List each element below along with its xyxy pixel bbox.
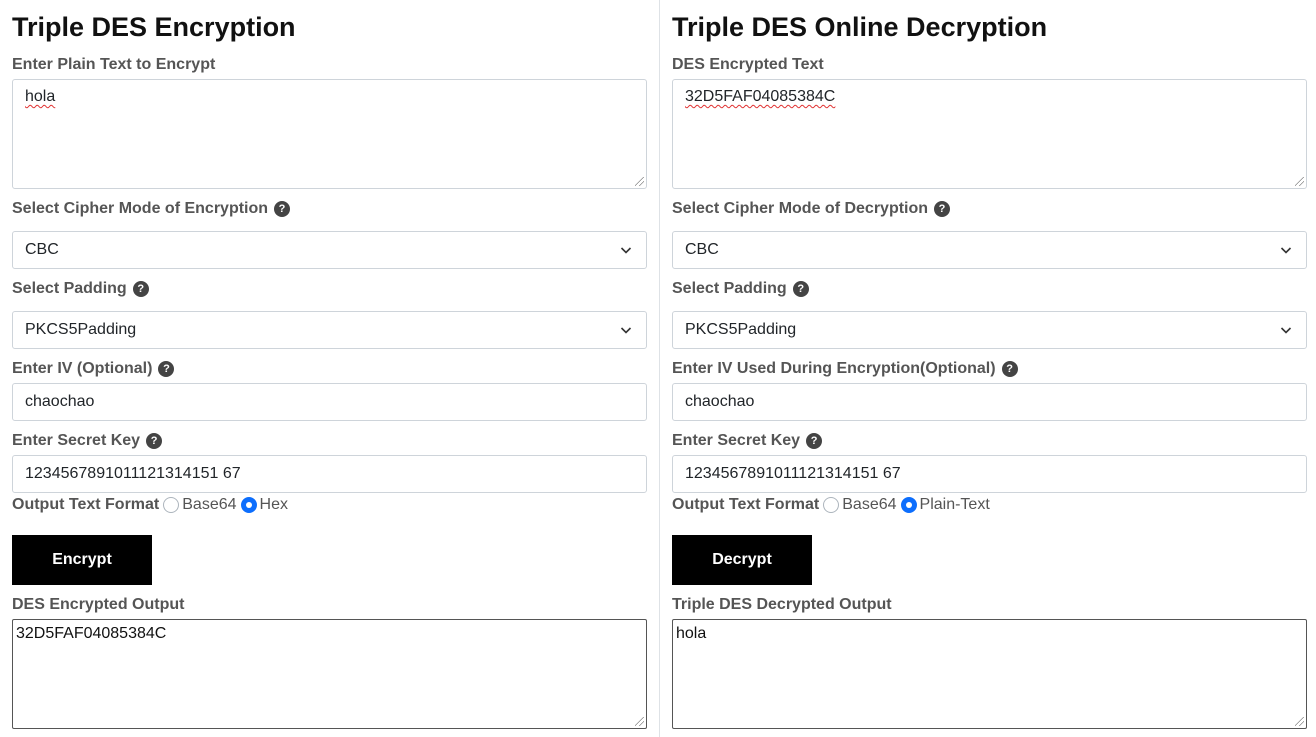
decrypt-cipher-mode-select[interactable]: CBC — [672, 231, 1307, 269]
cipher-mode-selected: CBC — [25, 241, 59, 258]
question-circle-icon[interactable]: ? — [1001, 361, 1018, 377]
resize-handle-icon[interactable] — [1295, 177, 1304, 186]
decrypt-button[interactable]: Decrypt — [672, 535, 812, 585]
decrypt-iv-value: chaochao — [685, 393, 755, 410]
resize-handle-icon[interactable] — [635, 717, 644, 726]
resize-handle-icon[interactable] — [1295, 717, 1304, 726]
encrypt-button[interactable]: Encrypt — [12, 535, 152, 585]
decrypt-iv-label-text: Enter IV Used During Encryption(Optional… — [672, 360, 996, 377]
plain-text-label: Enter Plain Text to Encrypt — [12, 55, 215, 75]
panel-divider — [659, 0, 660, 737]
encrypted-output-label: DES Encrypted Output — [12, 595, 184, 615]
decrypt-padding-selected: PKCS5Padding — [685, 321, 797, 338]
decrypted-output-label-text: Triple DES Decrypted Output — [672, 596, 892, 613]
decrypted-output-textarea[interactable]: hola — [672, 619, 1307, 729]
decrypt-cipher-mode-label: Select Cipher Mode of Decryption ? — [672, 199, 951, 219]
secret-key-label-text: Enter Secret Key — [12, 432, 141, 449]
question-circle-icon[interactable]: ? — [132, 281, 149, 297]
decrypt-secret-key-value: 1234567891011121314151 67 — [685, 465, 901, 482]
decrypt-iv-input[interactable]: chaochao — [672, 383, 1307, 421]
chevron-down-icon — [620, 327, 632, 334]
padding-label-text: Select Padding — [12, 280, 127, 297]
cipher-mode-label: Select Cipher Mode of Encryption ? — [12, 199, 291, 219]
plain-text-label-text: Enter Plain Text to Encrypt — [12, 56, 216, 73]
plain-text-value: hola — [25, 88, 56, 105]
decrypted-output-value: hola — [676, 625, 707, 642]
padding-select[interactable]: PKCS5Padding — [12, 311, 647, 349]
decryption-panel: Triple DES Online Decryption DES Encrypt… — [672, 0, 1307, 737]
plain-text-input[interactable]: hola — [12, 79, 647, 189]
encrypted-output-textarea[interactable]: 32D5FAF04085384C — [12, 619, 647, 729]
radio-base64-label: Base64 — [842, 496, 897, 513]
encryption-title: Triple DES Encryption — [12, 12, 296, 42]
secret-key-input[interactable]: 1234567891011121314151 67 — [12, 455, 647, 493]
decrypt-cipher-mode-label-text: Select Cipher Mode of Decryption — [672, 200, 929, 217]
question-circle-icon[interactable]: ? — [934, 201, 951, 217]
radio-base64[interactable] — [163, 497, 180, 513]
radio-plain-text[interactable] — [900, 497, 917, 513]
encrypted-text-label-text: DES Encrypted Text — [672, 56, 824, 73]
cipher-mode-select[interactable]: CBC — [12, 231, 647, 269]
decrypt-output-format-group: Output Text Format Base64 Plain-Text — [672, 495, 994, 515]
encrypted-text-value: 32D5FAF04085384C — [685, 88, 836, 105]
encrypted-text-label: DES Encrypted Text — [672, 55, 824, 75]
decryption-title: Triple DES Online Decryption — [672, 12, 1048, 42]
decrypt-secret-key-input[interactable]: 1234567891011121314151 67 — [672, 455, 1307, 493]
decrypt-padding-select[interactable]: PKCS5Padding — [672, 311, 1307, 349]
encryption-panel: Triple DES Encryption Enter Plain Text t… — [12, 0, 647, 737]
padding-selected: PKCS5Padding — [25, 321, 137, 338]
question-circle-icon[interactable]: ? — [158, 361, 175, 377]
secret-key-value: 1234567891011121314151 67 — [25, 465, 241, 482]
decrypt-secret-key-label: Enter Secret Key ? — [672, 431, 823, 451]
decrypted-output-label: Triple DES Decrypted Output — [672, 595, 892, 615]
output-format-group: Output Text Format Base64 Hex — [12, 495, 292, 515]
decrypt-secret-key-label-text: Enter Secret Key — [672, 432, 801, 449]
iv-label: Enter IV (Optional) ? — [12, 359, 175, 379]
radio-base64[interactable] — [823, 497, 840, 513]
chevron-down-icon — [1280, 247, 1292, 254]
chevron-down-icon — [1280, 327, 1292, 334]
radio-hex-label: Hex — [259, 496, 288, 513]
encrypted-output-value: 32D5FAF04085384C — [16, 625, 167, 642]
encrypted-text-input[interactable]: 32D5FAF04085384C — [672, 79, 1307, 189]
radio-hex[interactable] — [240, 497, 257, 513]
radio-plain-text-label: Plain-Text — [919, 496, 990, 513]
question-circle-icon[interactable]: ? — [274, 201, 291, 217]
decrypt-cipher-mode-selected: CBC — [685, 241, 719, 258]
chevron-down-icon — [620, 247, 632, 254]
decrypt-padding-label-text: Select Padding — [672, 280, 787, 297]
padding-label: Select Padding ? — [12, 279, 149, 299]
decrypt-iv-label: Enter IV Used During Encryption(Optional… — [672, 359, 1018, 379]
output-format-label: Output Text Format — [12, 496, 160, 513]
encrypted-output-label-text: DES Encrypted Output — [12, 596, 185, 613]
iv-input[interactable]: chaochao — [12, 383, 647, 421]
radio-base64-label: Base64 — [182, 496, 237, 513]
question-circle-icon[interactable]: ? — [792, 281, 809, 297]
question-circle-icon[interactable]: ? — [146, 433, 163, 449]
resize-handle-icon[interactable] — [635, 177, 644, 186]
iv-value: chaochao — [25, 393, 95, 410]
decrypt-padding-label: Select Padding ? — [672, 279, 809, 299]
iv-label-text: Enter IV (Optional) — [12, 360, 153, 377]
secret-key-label: Enter Secret Key ? — [12, 431, 163, 451]
decrypt-output-format-label: Output Text Format — [672, 496, 820, 513]
question-circle-icon[interactable]: ? — [806, 433, 823, 449]
cipher-mode-label-text: Select Cipher Mode of Encryption — [12, 200, 269, 217]
